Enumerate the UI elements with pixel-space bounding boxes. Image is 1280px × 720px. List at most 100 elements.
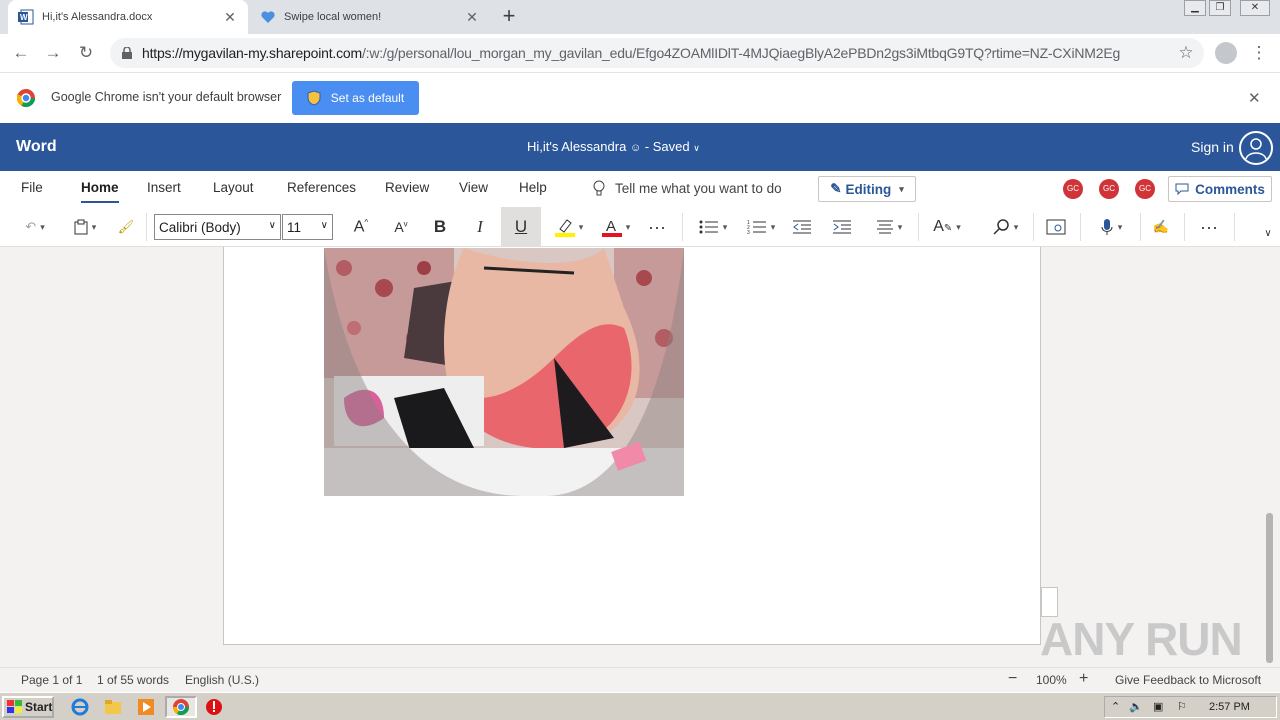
immersive-reader-button[interactable] bbox=[1044, 215, 1068, 239]
restore-button[interactable]: ❐ bbox=[1209, 0, 1231, 16]
tab-references[interactable]: References bbox=[287, 180, 356, 195]
network-icon[interactable]: ▣ bbox=[1153, 700, 1163, 713]
feedback-link[interactable]: Give Feedback to Microsoft bbox=[1115, 673, 1261, 687]
sign-in-link[interactable]: Sign in bbox=[1191, 139, 1234, 155]
bold-button[interactable]: B bbox=[428, 215, 452, 239]
browser-tab-active[interactable]: W Hi,it's Alessandra.docx ✕ bbox=[8, 0, 248, 34]
font-name-select[interactable]: Calibri (Body) ∨ bbox=[154, 214, 281, 240]
forward-arrow-icon[interactable]: → bbox=[42, 42, 64, 64]
font-color-icon: A bbox=[601, 217, 622, 237]
close-infobar-icon[interactable]: ✕ bbox=[1248, 89, 1261, 107]
back-arrow-icon[interactable]: ← bbox=[10, 42, 32, 64]
saved-status: Saved bbox=[652, 139, 690, 154]
toolbar-separator bbox=[1033, 213, 1034, 241]
embedded-photo[interactable] bbox=[324, 248, 684, 496]
alignment-button[interactable]: ▾ bbox=[870, 215, 908, 239]
volume-icon[interactable]: 🔈 bbox=[1129, 700, 1143, 713]
comments-button[interactable]: Comments bbox=[1168, 176, 1272, 202]
undo-button[interactable]: ↶ ▾ bbox=[16, 215, 54, 239]
minimize-button[interactable]: ▁ bbox=[1184, 0, 1206, 16]
chevron-down-icon: ▾ bbox=[91, 221, 97, 232]
bookmark-star-icon[interactable]: ☆ bbox=[1175, 42, 1197, 64]
clipboard-icon bbox=[74, 219, 88, 235]
decrease-indent-button[interactable] bbox=[790, 215, 814, 239]
address-bar[interactable]: https://mygavilan-my.sharepoint.com/:w:/… bbox=[110, 38, 1204, 68]
underline-button[interactable]: U bbox=[501, 207, 541, 247]
clock[interactable]: 2:57 PM bbox=[1209, 701, 1250, 713]
tab-layout[interactable]: Layout bbox=[213, 180, 254, 195]
chrome-taskbar-button[interactable] bbox=[165, 696, 197, 718]
tab-review[interactable]: Review bbox=[385, 180, 429, 195]
app-name[interactable]: Word bbox=[16, 138, 57, 156]
zoom-out-button[interactable]: − bbox=[1008, 670, 1017, 688]
tab-insert[interactable]: Insert bbox=[147, 180, 181, 195]
new-tab-button[interactable]: + bbox=[498, 5, 520, 28]
dictate-button[interactable]: ▾ bbox=[1092, 215, 1130, 239]
chevron-down-icon: ▾ bbox=[1117, 221, 1123, 232]
bold-icon: B bbox=[433, 217, 447, 236]
tell-me-search[interactable]: Tell me what you want to do bbox=[593, 180, 782, 196]
editor-button[interactable]: ✍ bbox=[1150, 215, 1172, 239]
grow-font-button[interactable]: A^ bbox=[348, 215, 374, 239]
close-tab-icon[interactable]: ✕ bbox=[464, 9, 480, 25]
default-browser-infobar: Google Chrome isn't your default browser… bbox=[0, 72, 1280, 123]
toolbar-separator bbox=[1184, 213, 1185, 241]
more-font-options-button[interactable]: ··· bbox=[644, 215, 670, 239]
profile-avatar-icon[interactable] bbox=[1215, 42, 1237, 64]
close-tab-icon[interactable]: ✕ bbox=[222, 9, 238, 25]
windows-taskbar: Start ⌃ 🔈 ▣ ⚐ 2:57 PM bbox=[0, 692, 1280, 720]
document-title[interactable]: Hi,it's Alessandra ☺ - Saved ∨ bbox=[527, 139, 700, 154]
word-count[interactable]: 1 of 55 words bbox=[97, 673, 169, 687]
tab-view[interactable]: View bbox=[459, 180, 488, 195]
undo-icon: ↶ bbox=[25, 219, 37, 234]
toolbar-separator bbox=[918, 213, 919, 241]
grow-font-icon: A^ bbox=[353, 217, 369, 236]
folder-icon[interactable] bbox=[104, 698, 122, 716]
tab-home[interactable]: Home bbox=[81, 180, 119, 203]
shrink-font-icon: Av bbox=[394, 219, 408, 235]
ellipsis-icon: ··· bbox=[648, 216, 666, 237]
highlight-button[interactable]: ▾ bbox=[550, 215, 588, 239]
bullets-button[interactable]: ▾ bbox=[694, 215, 732, 239]
vertical-scrollbar[interactable] bbox=[1266, 513, 1273, 663]
language-indicator[interactable]: English (U.S.) bbox=[185, 673, 259, 687]
collaborator-avatar[interactable]: GC bbox=[1099, 179, 1119, 199]
browser-tab-strip: W Hi,it's Alessandra.docx ✕ Swipe local … bbox=[0, 0, 1280, 34]
start-button[interactable]: Start bbox=[2, 696, 54, 718]
italic-button[interactable]: I bbox=[468, 215, 492, 239]
paste-button[interactable]: ▾ bbox=[66, 215, 104, 239]
kebab-menu-icon[interactable]: ⋮ bbox=[1248, 42, 1270, 64]
styles-button[interactable]: A✎ ▾ bbox=[928, 215, 966, 239]
page-count[interactable]: Page 1 of 1 bbox=[21, 673, 82, 687]
numbering-button[interactable]: 123 ▾ bbox=[742, 215, 780, 239]
collaborator-avatar[interactable]: GC bbox=[1135, 179, 1155, 199]
expand-ribbon-button[interactable]: ∨ bbox=[1260, 221, 1276, 245]
account-avatar-icon[interactable] bbox=[1239, 131, 1273, 165]
internet-explorer-icon[interactable] bbox=[71, 698, 89, 716]
reload-icon[interactable]: ↻ bbox=[75, 42, 97, 64]
editing-mode-button[interactable]: ✎ Editing ▾ bbox=[818, 176, 916, 202]
flag-icon[interactable]: ⚐ bbox=[1177, 700, 1187, 713]
watermark-text: ANY RUN bbox=[1040, 613, 1243, 665]
toolbar-separator bbox=[146, 213, 147, 241]
media-player-icon[interactable] bbox=[137, 698, 155, 716]
tab-file[interactable]: File bbox=[21, 180, 43, 195]
collaborator-avatar[interactable]: GC bbox=[1063, 179, 1083, 199]
zoom-in-button[interactable]: + bbox=[1079, 670, 1088, 688]
close-window-button[interactable]: ✕ bbox=[1240, 0, 1270, 16]
browser-tab[interactable]: Swipe local women! ✕ bbox=[250, 0, 490, 34]
document-page[interactable] bbox=[223, 247, 1041, 645]
font-color-button[interactable]: A ▾ bbox=[597, 215, 635, 239]
shrink-font-button[interactable]: Av bbox=[388, 215, 414, 239]
stop-sign-icon[interactable] bbox=[205, 698, 223, 716]
pencil-icon: ✎ bbox=[830, 181, 842, 196]
zoom-level[interactable]: 100% bbox=[1036, 673, 1067, 687]
tab-help[interactable]: Help bbox=[519, 180, 547, 195]
font-size-select[interactable]: 11 ∨ bbox=[282, 214, 333, 240]
find-button[interactable]: ▾ bbox=[986, 215, 1024, 239]
set-default-button[interactable]: Set as default bbox=[292, 81, 419, 115]
format-painter-button[interactable]: 🖌 bbox=[114, 215, 138, 239]
increase-indent-button[interactable] bbox=[830, 215, 854, 239]
more-options-button[interactable]: ··· bbox=[1196, 215, 1222, 239]
tray-expand-icon[interactable]: ⌃ bbox=[1111, 700, 1120, 713]
